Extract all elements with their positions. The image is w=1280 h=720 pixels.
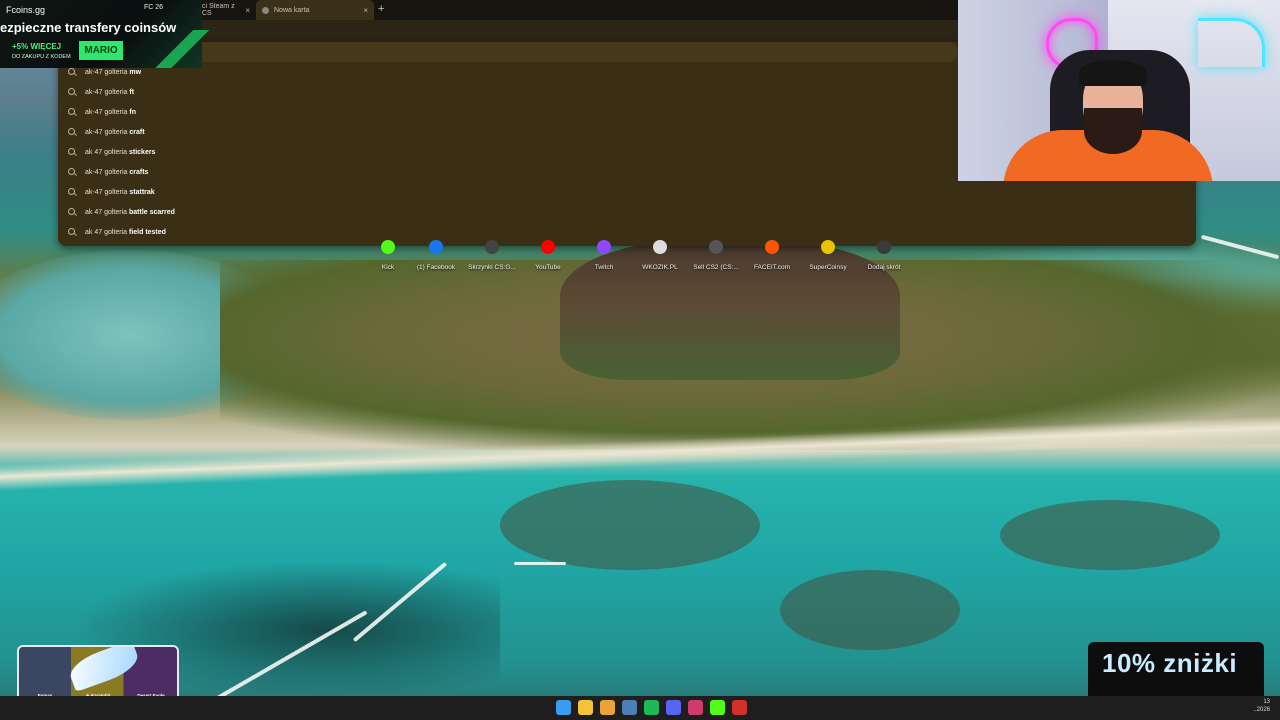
search-icon bbox=[68, 68, 75, 75]
suggestion-text: ak-47 golteria crafts bbox=[85, 169, 148, 176]
spotify-icon[interactable] bbox=[644, 700, 659, 715]
shortcut-icon bbox=[485, 240, 499, 254]
suggestion-prefix: ak-47 golteria bbox=[85, 168, 128, 176]
shortcuts-row: Kick (1) Facebook Skrzynki CS:G... YouTube T… bbox=[360, 238, 920, 278]
suggestion-completion: fn bbox=[129, 108, 136, 116]
promo-code: MARIO bbox=[79, 41, 123, 60]
suggestion-prefix: ak-47 golteria bbox=[85, 88, 128, 96]
tab-label: ci Steam z CS bbox=[202, 3, 235, 17]
promo-banner: Fcoins.gg FC 26 ezpieczne transfery coin… bbox=[0, 0, 220, 68]
suggestion-text: ak 47 golteria stickers bbox=[85, 149, 155, 156]
address-bar-input[interactable] bbox=[188, 44, 792, 62]
tab-label: Nowa karta bbox=[274, 6, 310, 14]
webcam-feed bbox=[958, 0, 1280, 181]
promo-headline: ezpieczne transfery coinsów bbox=[0, 20, 177, 35]
clock-time: 13 bbox=[1263, 699, 1270, 705]
discount-banner: 10% zniżki bbox=[1088, 642, 1264, 700]
search-icon bbox=[68, 228, 75, 235]
close-icon[interactable]: × bbox=[363, 6, 368, 15]
suggestion-text: ak 47 golteria field tested bbox=[85, 229, 166, 236]
wallpaper-reef bbox=[500, 480, 760, 570]
streamer-beanie bbox=[1079, 60, 1147, 86]
wallpaper-reef bbox=[1000, 500, 1220, 570]
promo-status: FC 26 bbox=[144, 4, 164, 11]
taskbar: 13 ..2026 bbox=[0, 696, 1280, 720]
new-tab-button[interactable]: + bbox=[378, 3, 384, 15]
suggestion-completion: field tested bbox=[128, 228, 166, 236]
steam-icon[interactable] bbox=[622, 700, 637, 715]
suggestion-text: ak-47 golteria craft bbox=[85, 129, 145, 136]
close-icon[interactable]: × bbox=[245, 6, 250, 15]
kick-icon[interactable] bbox=[710, 700, 725, 715]
knife-icon bbox=[65, 647, 143, 693]
suggestion-text: ak-47 golteria stattrak bbox=[85, 189, 155, 196]
browser-tab[interactable]: ci Steam z CS × bbox=[194, 0, 256, 20]
search-icon bbox=[68, 188, 75, 195]
promo-stripe bbox=[150, 30, 220, 68]
taskbar-clock[interactable]: 13 ..2026 bbox=[1253, 698, 1270, 714]
suggestion-prefix: ak 47 golteria bbox=[85, 148, 128, 156]
shortcut-label: Dodaj skrót bbox=[867, 264, 901, 271]
suggestion-completion: crafts bbox=[129, 168, 149, 176]
suggestion-text: ak 47 golteria battle scarred bbox=[85, 209, 175, 216]
app-icon[interactable] bbox=[732, 700, 747, 715]
shortcut-icon bbox=[709, 240, 723, 254]
suggestion-prefix: ak-47 golteria bbox=[85, 108, 128, 116]
shortcut-icon bbox=[821, 240, 835, 254]
obs-icon[interactable] bbox=[688, 700, 703, 715]
suggestion-prefix: ak-47 golteria bbox=[85, 188, 128, 196]
suggestion-prefix: ak 47 golteria bbox=[85, 208, 128, 216]
suggestion-prefix: ak-47 golteria bbox=[85, 68, 128, 76]
search-icon bbox=[68, 88, 75, 95]
suggestion-text: ak-47 golteria fn bbox=[85, 109, 136, 116]
promo-brand: Fcoins.gg bbox=[6, 5, 46, 15]
promo-subtext: DO ZAKUPU Z KODEM bbox=[12, 54, 71, 60]
shortcut-icon bbox=[541, 240, 555, 254]
suggestion-completion: craft bbox=[129, 128, 145, 136]
suggestion-prefix: ak 47 golteria bbox=[85, 228, 128, 236]
search-icon bbox=[68, 108, 75, 115]
suggestion-completion: ft bbox=[129, 88, 135, 96]
wallpaper-reef bbox=[780, 570, 960, 650]
suggestion-text: ak-47 golteria ft bbox=[85, 89, 134, 96]
chrome-icon bbox=[262, 6, 269, 14]
browser-tab-active[interactable]: Nowa karta × bbox=[256, 0, 374, 20]
search-icon bbox=[68, 168, 75, 175]
shortcut-icon bbox=[429, 240, 443, 254]
suggestion-completion: stattrak bbox=[129, 188, 155, 196]
suggestion-completion: stickers bbox=[128, 148, 156, 156]
search-icon bbox=[68, 148, 75, 155]
windows-start-icon[interactable] bbox=[556, 700, 571, 715]
wallpaper-surf bbox=[514, 562, 566, 565]
shortcut-icon bbox=[877, 240, 891, 254]
neon-bull-icon bbox=[1198, 18, 1265, 67]
clock-date: ..2026 bbox=[1253, 707, 1270, 713]
suggestion-completion: mw bbox=[129, 68, 142, 76]
discord-icon[interactable] bbox=[666, 700, 681, 715]
search-icon bbox=[68, 208, 75, 215]
chrome-icon[interactable] bbox=[600, 700, 615, 715]
discount-text: 10% zniżki bbox=[1102, 648, 1238, 678]
shortcut-tile[interactable]: Dodaj skrót bbox=[849, 238, 919, 271]
suggestion-item[interactable]: ak-47 golteria stattrak bbox=[58, 182, 1196, 202]
shortcut-icon bbox=[653, 240, 667, 254]
shortcut-icon bbox=[765, 240, 779, 254]
suggestion-text: ak-47 golteria mw bbox=[85, 69, 141, 76]
suggestion-prefix: ak-47 golteria bbox=[85, 128, 128, 136]
shortcut-icon bbox=[597, 240, 611, 254]
promo-bonus: +5% WIĘCEJ bbox=[12, 42, 62, 51]
search-icon bbox=[68, 128, 75, 135]
file-explorer-icon[interactable] bbox=[578, 700, 593, 715]
streamer-beard bbox=[1084, 108, 1142, 154]
suggestion-completion: battle scarred bbox=[128, 208, 175, 216]
suggestion-item[interactable]: ak 47 golteria battle scarred bbox=[58, 202, 1196, 222]
shortcut-icon bbox=[381, 240, 395, 254]
